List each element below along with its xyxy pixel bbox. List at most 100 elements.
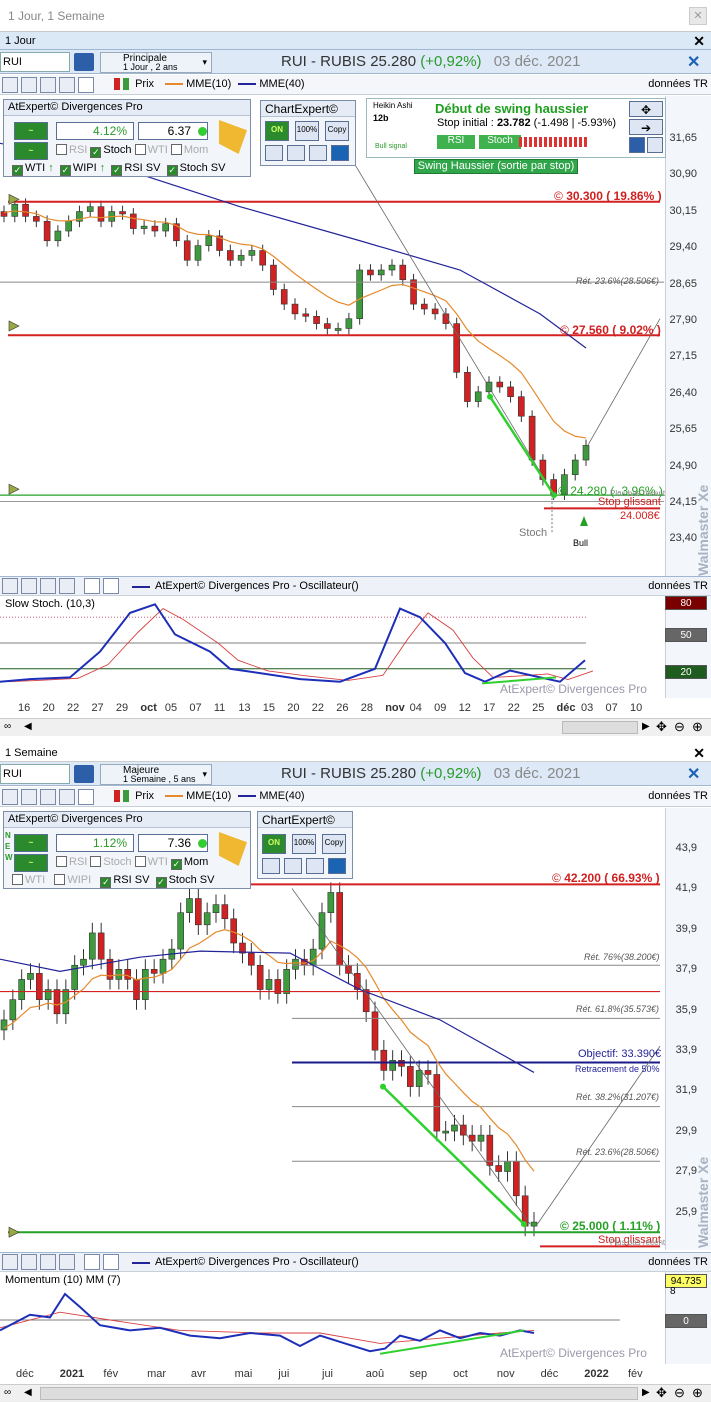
drawing-icon[interactable] (40, 77, 56, 93)
link-icon[interactable]: ∞ (4, 721, 11, 732)
chk-stochsv-bottom[interactable]: Stoch SV (180, 162, 226, 174)
daily-stoch-chart[interactable]: Slow Stoch. (10,3) 80 50 20 AtExpert© Di… (0, 596, 711, 698)
chk-wipi-bottom[interactable]: WIPI (73, 162, 97, 174)
bell-icon[interactable] (219, 120, 247, 154)
weekly-tool-icon[interactable] (262, 858, 280, 874)
candle-body (162, 223, 169, 232)
wosc-indicator-icon[interactable] (21, 1254, 37, 1270)
chartexpert-zoom-button[interactable]: 100% (295, 121, 319, 141)
daily-symbol-input[interactable]: RUI (0, 52, 70, 72)
weekly-chk-wipi-b[interactable]: WIPI (67, 874, 91, 886)
tools-icon[interactable]: ✕ (687, 52, 707, 72)
weekly-scroll-right-icon[interactable]: ▶ (642, 1387, 650, 1398)
chk-wti-label[interactable]: WTI (148, 144, 168, 156)
scroll-thumb[interactable] (562, 721, 638, 734)
info-icon[interactable] (331, 145, 349, 161)
daily-close-icon[interactable]: ✕ (693, 33, 705, 50)
weekly-signal-icon[interactable]: ~ (14, 834, 48, 852)
weekly-momentum-chart[interactable]: Momentum (10) MM (7) 94.735 8 0 AtExpert… (0, 1272, 711, 1364)
weekly-copy-button[interactable]: Copy (322, 834, 346, 854)
weekly-link-icon[interactable]: ∞ (4, 1387, 11, 1398)
window-close-button[interactable]: ✕ (689, 7, 707, 25)
blank-page-icon[interactable] (78, 77, 94, 93)
osc-blank-icon[interactable] (84, 578, 100, 594)
osc-indicator-icon[interactable] (21, 578, 37, 594)
weekly-info-icon[interactable] (328, 858, 346, 874)
weekly-signal2-icon[interactable]: ~ (14, 854, 48, 872)
chk-wti-bottom[interactable]: WTI (25, 162, 45, 174)
chart-icon[interactable] (647, 137, 663, 153)
weekly-zoom-in-icon[interactable]: ⊕ (692, 1385, 703, 1401)
weekly-on-button[interactable]: ON (262, 834, 286, 854)
osc-drawing-icon[interactable] (40, 578, 56, 594)
zoom-out-icon[interactable]: ⊖ (674, 719, 685, 735)
target-icon[interactable] (309, 145, 327, 161)
chartexpert-on-button[interactable]: ON (265, 121, 289, 141)
weekly-chk-rsisv-b[interactable]: RSI SV (113, 874, 149, 886)
zoom-in-icon[interactable]: ⊕ (692, 719, 703, 735)
pan-icon[interactable]: ✥ (656, 719, 667, 735)
chk-mom-label[interactable]: Mom (184, 144, 208, 156)
weekly-price-chart[interactable]: Walmaster Xe AtExpert© Divergences Pro N… (0, 808, 711, 1250)
chk-rsisv-bottom[interactable]: RSI SV (124, 162, 160, 174)
weekly-wrench-icon[interactable] (2, 789, 18, 805)
wosc-close-icon[interactable] (103, 1254, 119, 1270)
daily-scrollbar[interactable]: ∞ ◀ ▶ ✥ ⊖ ⊕ (0, 718, 711, 736)
stoch-badge[interactable]: Stoch (479, 135, 521, 149)
move-icon[interactable]: ✥ (629, 101, 663, 117)
weekly-blank-icon[interactable] (78, 789, 94, 805)
daily-layout-select[interactable]: Principale 1 Jour , 2 ans ▾ (100, 52, 212, 73)
weekly-tools-icon[interactable]: ✕ (687, 764, 707, 784)
chk-stoch-label[interactable]: Stoch (103, 144, 131, 156)
scroll-left-icon[interactable]: ◀ (24, 721, 32, 732)
daily-price-chart[interactable]: Walmaster Xe AtExpert© Divergences Pro ~… (0, 96, 711, 576)
weekly-chk-rsi[interactable]: RSI (69, 856, 87, 868)
weekly-drawing-icon[interactable] (40, 789, 56, 805)
weekly-zoom-button[interactable]: 100% (292, 834, 316, 854)
weekly-book-icon[interactable] (74, 765, 94, 783)
trend-icon[interactable] (629, 137, 645, 153)
weekly-chk-mom[interactable]: Mom (184, 856, 208, 868)
weekly-close-icon[interactable]: ✕ (693, 745, 705, 762)
weekly-chk-wti[interactable]: WTI (148, 856, 168, 868)
arrow-right-icon[interactable]: ➔ (629, 119, 663, 135)
weekly-x-axis: déc 2021 fév mar avr mai jui jui aoû sep oct nov déc… (0, 1364, 711, 1384)
candle-body (177, 912, 184, 950)
weekly-pan-icon[interactable]: ✥ (656, 1385, 667, 1401)
tool-icon[interactable] (265, 145, 283, 161)
weekly-scrollbar[interactable]: ∞ ◀ ▶ ✥ ⊖ ⊕ (0, 1384, 711, 1402)
chartexpert-copy-button[interactable]: Copy (325, 121, 349, 141)
annotation-icon[interactable] (59, 77, 75, 93)
expert-signal2-icon[interactable]: ~ (14, 142, 48, 160)
rsi-badge[interactable]: RSI (437, 135, 475, 149)
osc-annotation-icon[interactable] (59, 578, 75, 594)
scroll-right-icon[interactable]: ▶ (642, 721, 650, 732)
y-tick-label: 35,9 (675, 1003, 697, 1016)
weekly-scroll-thumb[interactable] (40, 1387, 638, 1400)
weekly-annotation-icon[interactable] (59, 789, 75, 805)
book-icon[interactable] (74, 53, 94, 71)
chk-rsi-label[interactable]: RSI (69, 144, 87, 156)
weekly-indicator-icon[interactable] (21, 789, 37, 805)
weekly-symbol-input[interactable]: RUI (0, 764, 70, 784)
weekly-bell-icon[interactable] (219, 832, 247, 866)
weekly-pencil-icon[interactable] (284, 858, 302, 874)
candle-body (80, 958, 87, 966)
weekly-zoom-out-icon[interactable]: ⊖ (674, 1385, 685, 1401)
indicator-icon[interactable] (21, 77, 37, 93)
weekly-chk-stoch[interactable]: Stoch (103, 856, 131, 868)
osc-close-icon[interactable] (103, 578, 119, 594)
wosc-wrench-icon[interactable] (2, 1254, 18, 1270)
wosc-blank-icon[interactable] (84, 1254, 100, 1270)
weekly-chk-wti-b[interactable]: WTI (25, 874, 45, 886)
wosc-drawing-icon[interactable] (40, 1254, 56, 1270)
weekly-target-icon[interactable] (306, 858, 324, 874)
wosc-annotation-icon[interactable] (59, 1254, 75, 1270)
weekly-chk-stochsv-b[interactable]: Stoch SV (169, 874, 215, 886)
expert-signal-icon[interactable]: ~ (14, 122, 48, 140)
weekly-layout-select[interactable]: Majeure 1 Semaine , 5 ans ▾ (100, 764, 212, 785)
wrench-icon[interactable] (2, 77, 18, 93)
osc-wrench-icon[interactable] (2, 578, 18, 594)
pencil-icon[interactable] (287, 145, 305, 161)
weekly-scroll-left-icon[interactable]: ◀ (24, 1387, 32, 1398)
